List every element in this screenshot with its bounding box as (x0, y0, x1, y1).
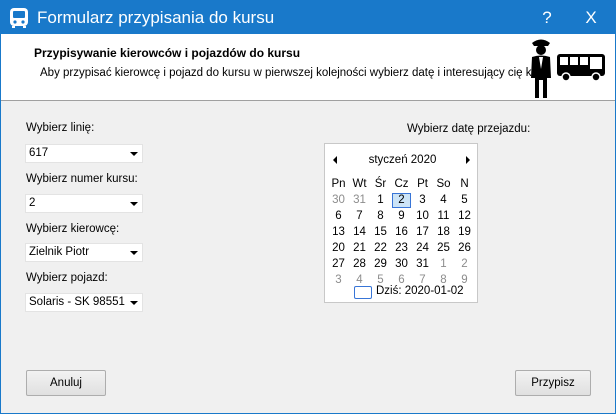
assignment-window: Formularz przypisania do kursu ? X Przyp… (0, 0, 616, 414)
calendar-day[interactable]: 13 (328, 225, 349, 240)
calendar-day[interactable]: 6 (328, 209, 349, 224)
chevron-down-icon (130, 202, 138, 206)
help-button[interactable]: ? (525, 1, 569, 34)
calendar-day[interactable]: 21 (349, 241, 370, 256)
calendar-day[interactable]: 4 (433, 193, 454, 208)
course-select[interactable]: 2 (25, 194, 143, 213)
calendar-day[interactable]: 11 (433, 209, 454, 224)
calendar-day[interactable]: 16 (391, 225, 412, 240)
line-label: Wybierz linię: (26, 122, 95, 134)
calendar-day[interactable]: 3 (328, 273, 349, 288)
weekday-header: N (460, 178, 469, 190)
calendar-day[interactable]: 8 (370, 209, 391, 224)
weekday-header: So (436, 178, 451, 190)
calendar-day[interactable]: 19 (454, 225, 475, 240)
calendar-day[interactable]: 20 (328, 241, 349, 256)
bus-app-icon (10, 8, 28, 28)
today-marker-icon (354, 286, 372, 299)
line-value: 617 (29, 147, 49, 159)
calendar-day[interactable]: 31 (349, 193, 370, 208)
chevron-down-icon (130, 251, 138, 255)
course-label: Wybierz numer kursu: (26, 173, 138, 185)
calendar-day[interactable]: 23 (391, 241, 412, 256)
chevron-down-icon (130, 301, 138, 305)
calendar-day[interactable]: 27 (328, 257, 349, 272)
course-value: 2 (29, 197, 36, 209)
chevron-left-icon[interactable] (333, 156, 337, 164)
calendar-day[interactable]: 28 (349, 257, 370, 272)
weekday-header: Pn (331, 178, 346, 190)
calendar-day[interactable]: 2 (454, 257, 475, 272)
weekday-header: Wt (352, 178, 367, 190)
driver-value: Zielnik Piotr (29, 246, 90, 258)
calendar-day[interactable]: 30 (328, 193, 349, 208)
calendar-day[interactable]: 7 (349, 209, 370, 224)
driver-label: Wybierz kierowcę: (26, 223, 120, 235)
calendar-day[interactable]: 5 (454, 193, 475, 208)
chevron-down-icon (130, 152, 138, 156)
calendar-day[interactable]: 1 (433, 257, 454, 272)
header-title: Przypisywanie kierowców i pojazdów do ku… (34, 46, 301, 60)
window-title: Formularz przypisania do kursu (37, 8, 275, 27)
calendar-day[interactable]: 25 (433, 241, 454, 256)
calendar-today[interactable]: Dziś: 2020-01-02 (376, 285, 464, 297)
line-select[interactable]: 617 (25, 144, 143, 163)
driver-and-bus-icon (531, 39, 605, 98)
cancel-button[interactable]: Anuluj (26, 370, 106, 396)
close-button[interactable]: X (569, 1, 613, 34)
calendar-day[interactable]: 29 (370, 257, 391, 272)
title-bar[interactable]: Formularz przypisania do kursu ? X (1, 1, 615, 34)
date-label: Wybierz datę przejazdu: (407, 123, 531, 135)
calendar-day[interactable]: 14 (349, 225, 370, 240)
calendar-day[interactable]: 24 (412, 241, 433, 256)
calendar-day[interactable]: 18 (433, 225, 454, 240)
weekday-header: Cz (394, 178, 409, 190)
calendar-day[interactable]: 10 (412, 209, 433, 224)
calendar-day[interactable]: 17 (412, 225, 433, 240)
calendar-day[interactable]: 1 (370, 193, 391, 208)
weekday-header: Pt (417, 178, 428, 190)
assign-button[interactable]: Przypisz (515, 370, 591, 396)
chevron-right-icon[interactable] (466, 156, 470, 164)
calendar-day[interactable]: 22 (370, 241, 391, 256)
calendar-day[interactable]: 12 (454, 209, 475, 224)
calendar-month[interactable]: styczeń 2020 (355, 154, 450, 166)
driver-select[interactable]: Zielnik Piotr (25, 243, 143, 262)
calendar-day[interactable]: 9 (391, 209, 412, 224)
calendar-day[interactable]: 2 (392, 193, 411, 208)
vehicle-label: Wybierz pojazd: (26, 272, 108, 284)
header-description: Aby przypisać kierowcę i pojazd do kursu… (40, 67, 551, 79)
header-panel: Przypisywanie kierowców i pojazdów do ku… (1, 34, 615, 101)
weekday-header: Śr (374, 178, 387, 190)
vehicle-value: Solaris - SK 98551 (29, 296, 125, 308)
calendar-day[interactable]: 15 (370, 225, 391, 240)
calendar-day[interactable]: 3 (412, 193, 433, 208)
vehicle-select[interactable]: Solaris - SK 98551 (25, 293, 143, 312)
calendar-day[interactable]: 31 (412, 257, 433, 272)
date-calendar[interactable]: styczeń 2020 Pn Wt Śr Cz Pt So N 30 31 1 2 3 4 5 6 7 8 9 1… (324, 143, 478, 303)
calendar-day[interactable]: 26 (454, 241, 475, 256)
calendar-day[interactable]: 30 (391, 257, 412, 272)
